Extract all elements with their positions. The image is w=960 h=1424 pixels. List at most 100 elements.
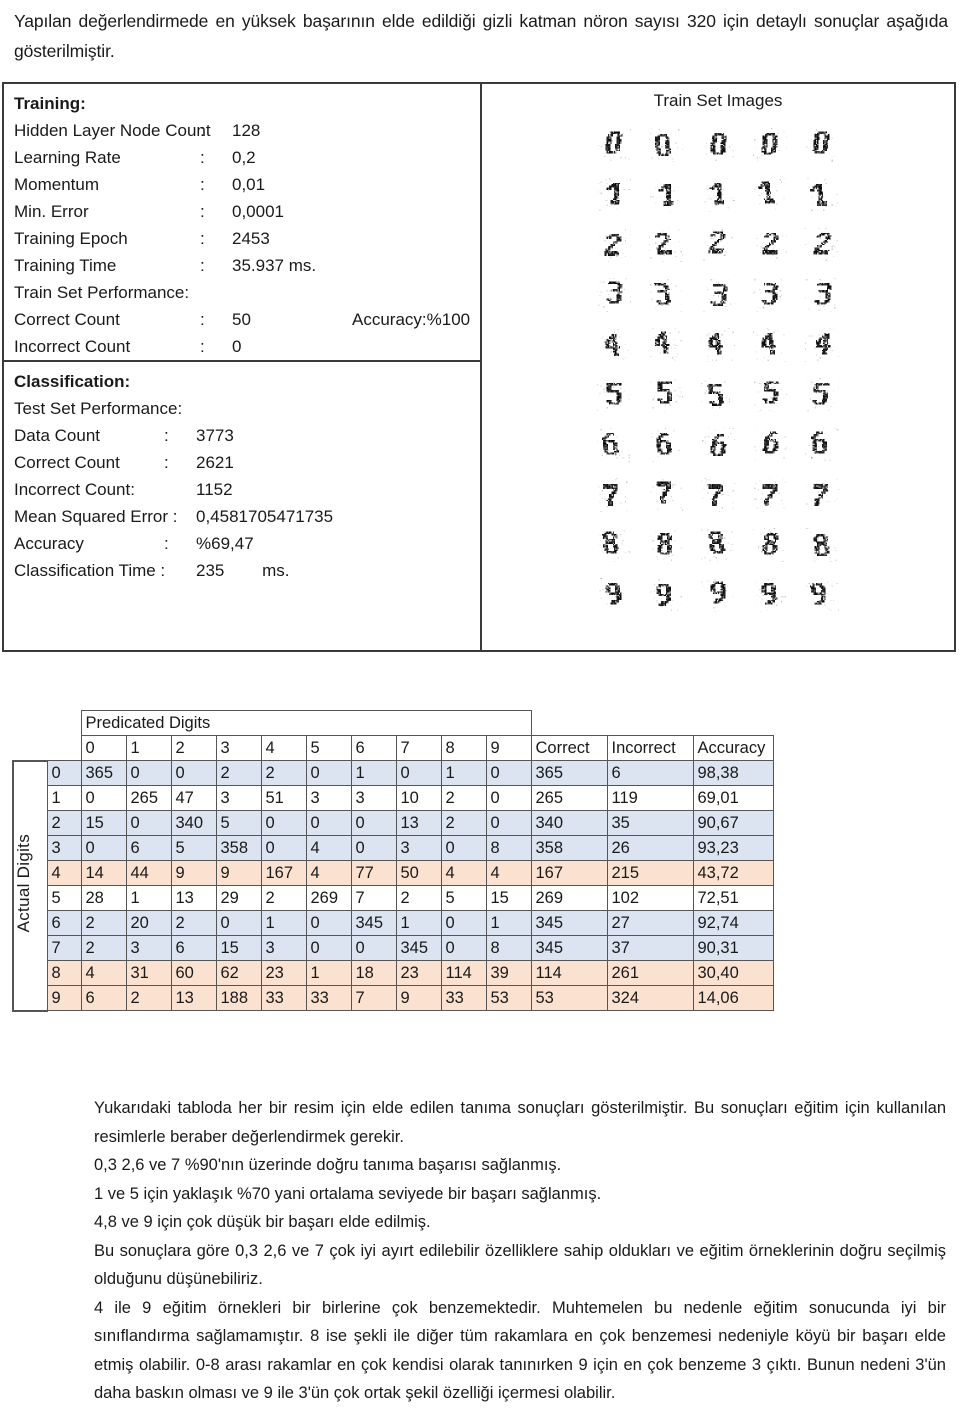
matrix-cell-4-6: 77 [350,860,397,886]
train-digit-sample-0-5 [805,128,839,162]
matrix-correct-4: 167 [530,860,608,886]
matrix-cell-3-4: 0 [260,835,307,861]
matrix-cell-7-9: 8 [485,935,532,961]
matrix-corner-blank-3 [13,736,47,761]
matrix-cell-8-5: 1 [305,960,352,986]
matrix-cell-2-1: 0 [125,810,172,836]
matrix-col-header-1: 1 [125,735,172,761]
label: Training Time [14,256,117,275]
train-digit-cell [597,578,631,612]
matrix-cell-4-9: 4 [485,860,532,886]
training-row-training-epoch: Training Epoch : 2453 [14,225,480,252]
matrix-cell-3-6: 0 [350,835,397,861]
colon [164,476,196,503]
value: 0,01 [232,175,266,194]
matrix-top-blank-2 [607,711,693,736]
classification-row-incorrect-count: Incorrect Count: 1152 [14,476,480,503]
matrix-cell-8-7: 23 [395,960,442,986]
label: Data Count [14,426,100,445]
matrix-cell-5-3: 29 [215,885,262,911]
matrix-correct-1: 265 [530,785,608,811]
matrix-cell-2-9: 0 [485,810,532,836]
train-digit-cell [753,378,787,412]
matrix-correct-2: 340 [530,810,608,836]
train-digit-cell [649,278,683,312]
train-digit-cell [805,478,839,512]
train-digit-sample-7-2 [649,478,683,512]
matrix-accuracy-1: 69,01 [692,785,774,811]
train-digit-sample-7-3 [701,478,735,512]
matrix-accuracy-4: 43,72 [692,860,774,886]
matrix-summary-header-accuracy: Accuracy [692,735,774,761]
classification-box: Classification: Test Set Performance: Da… [4,362,480,652]
intro-paragraph: Yapılan değerlendirmede en yüksek başarı… [14,11,948,61]
matrix-col-header-8: 8 [440,735,487,761]
train-digit-sample-9-5 [805,578,839,612]
matrix-row: 1 0 265 47 3 51 3 3 10 2 0 265 119 69,01 [13,785,774,811]
matrix-incorrect-5: 102 [606,885,694,911]
matrix-cell-1-2: 47 [170,785,217,811]
train-digit-sample-5-4 [753,378,787,412]
train-digit-sample-8-3 [701,528,735,562]
matrix-row-actual-6: 6 [46,910,82,936]
matrix-incorrect-9: 324 [606,985,694,1011]
matrix-row-actual-7: 7 [46,935,82,961]
value: 1152 [196,480,233,499]
train-digit-cell [649,128,683,162]
label: Mean Squared Error : [14,507,178,526]
matrix-corner-blank-4 [47,736,81,761]
train-digit-sample-1-1 [597,178,631,212]
matrix-accuracy-8: 30,40 [692,960,774,986]
train-digit-sample-3-3 [701,278,735,312]
matrix-cell-0-8: 1 [440,760,487,786]
matrix-incorrect-1: 119 [606,785,694,811]
matrix-cell-3-8: 0 [440,835,487,861]
matrix-row: 6 2 20 2 0 1 0 345 1 0 1 345 27 92,74 [13,910,774,936]
train-digit-sample-7-5 [805,478,839,512]
matrix-corner-blank [13,711,47,736]
train-set-images-title: Train Set Images [653,91,783,110]
matrix-cell-0-2: 0 [170,760,217,786]
value: 0,0001 [232,202,284,221]
train-digit-sample-6-2 [649,428,683,462]
train-digit-cell [753,328,787,362]
train-digit-cell [753,228,787,262]
matrix-cell-6-4: 1 [260,910,307,936]
train-digit-cell [701,228,735,262]
train-digit-sample-3-4 [753,278,787,312]
matrix-cell-5-1: 1 [125,885,172,911]
train-digit-cell [805,228,839,262]
train-digit-sample-4-1 [597,328,631,362]
label: Accuracy [14,534,84,553]
matrix-cell-5-5: 269 [305,885,352,911]
train-digit-sample-0-4 [753,128,787,162]
train-digit-cell [753,578,787,612]
matrix-cell-0-1: 0 [125,760,172,786]
label: Training Epoch [14,229,128,248]
train-digit-cell [597,328,631,362]
training-row-hidden-layer-node-count: Hidden Layer Node Count : 128 [14,117,480,144]
matrix-row: 4 14 44 9 9 167 4 77 50 4 4 167 215 43,72 [13,860,774,886]
train-digit-sample-0-1 [597,128,631,162]
train-digit-sample-7-1 [597,478,631,512]
train-digit-sample-4-5 [805,328,839,362]
train-digit-cell [805,428,839,462]
matrix-cell-5-9: 15 [485,885,532,911]
matrix-column-header-row: 0 1 2 3 4 5 6 7 8 9 Correct Incorrect Accuracy [13,735,774,761]
matrix-cell-0-6: 1 [350,760,397,786]
train-digit-sample-5-5 [805,378,839,412]
matrix-cell-1-6: 3 [350,785,397,811]
label: Correct Count [14,310,120,329]
matrix-cell-9-6: 7 [350,985,397,1011]
train-digit-sample-5-2 [649,378,683,412]
matrix-top-blank-1 [531,711,607,736]
note-paragraph-3: 1 ve 5 için yaklaşık %70 yani ortalama s… [94,1184,602,1203]
matrix-corner-blank-2 [47,711,81,736]
matrix-cell-7-2: 6 [170,935,217,961]
train-digit-cell [649,228,683,262]
train-digit-cell [649,328,683,362]
train-digit-cell [805,278,839,312]
matrix-col-header-0: 0 [80,735,127,761]
train-digit-sample-2-3 [701,228,735,262]
matrix-row-actual-0: 0 [46,760,82,786]
